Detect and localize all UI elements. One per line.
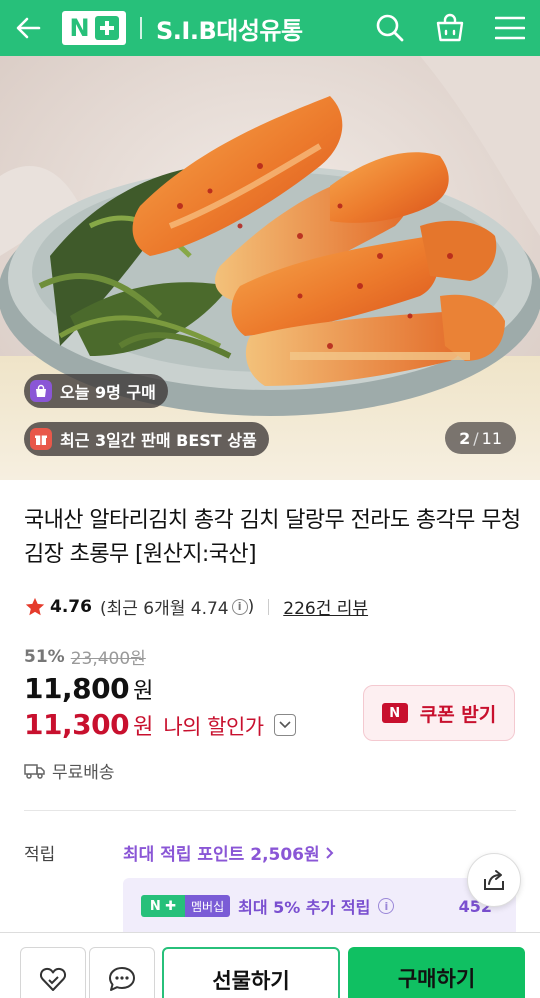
share-button[interactable] (467, 853, 521, 907)
chat-bubble-icon (109, 967, 135, 991)
share-icon (484, 870, 504, 890)
shipping-text: 무료배송 (52, 763, 115, 783)
naver-plus-logo[interactable]: N (62, 11, 126, 45)
naver-coupon-icon: N (381, 703, 408, 723)
header-divider (140, 17, 142, 39)
membership-badge: N ✚ 멤버십 (141, 895, 231, 917)
pager-separator: / (473, 428, 479, 448)
chevron-down-icon (279, 720, 291, 728)
menu-button[interactable] (480, 0, 540, 56)
today-purchases-text: 오늘 9명 구매 (60, 383, 156, 402)
max-points-text: 최대 적립 포인트 2,506원 (123, 845, 320, 865)
search-icon (376, 14, 404, 42)
sale-price-row: 11,800 원 (24, 672, 153, 705)
coupon-label: 쿠폰 받기 (419, 703, 497, 726)
buy-button[interactable]: 구매하기 (348, 947, 525, 998)
plus-icon (94, 16, 119, 40)
pager-total: 11 (481, 428, 502, 448)
shopping-bag-icon (436, 13, 464, 42)
chevron-right-icon (325, 846, 334, 859)
n-logo-letter: N (69, 14, 90, 42)
rating-score: 4.76 (50, 596, 92, 617)
rating-row: 4.76 (최근 6개월 4.74 i ) 226건 리뷰 (24, 594, 368, 619)
get-coupon-button[interactable]: N 쿠폰 받기 (363, 685, 515, 741)
hamburger-menu-icon (495, 16, 525, 40)
gift-icon (30, 428, 52, 450)
original-price: 23,400원 (70, 649, 146, 669)
search-button[interactable] (360, 0, 420, 56)
points-label: 적립 (24, 845, 56, 865)
top-app-bar: N S.I.B대성유통 (0, 0, 540, 56)
shipping-info: 무료배송 (24, 758, 115, 783)
section-divider (24, 810, 516, 811)
store-name[interactable]: S.I.B대성유통 (156, 11, 303, 46)
back-arrow-icon (16, 17, 41, 39)
shopping-bag-badge-icon (30, 380, 52, 402)
truck-icon (24, 763, 45, 779)
membership-info-icon[interactable]: i (378, 898, 395, 914)
today-purchases-badge: 오늘 9명 구매 (24, 374, 168, 408)
best-seller-badge: 최근 3일간 판매 BEST 상품 (24, 422, 269, 456)
membership-badge-text: 멤버십 (185, 895, 231, 917)
my-price-expand-button[interactable] (273, 713, 296, 736)
rating-divider (268, 598, 270, 615)
sale-price: 11,800 (24, 672, 130, 705)
recent-rating-close: ) (247, 596, 255, 617)
naver-plus-mini-logo: N ✚ (141, 895, 185, 917)
image-pager: 2 / 11 (445, 422, 516, 454)
bottom-action-bar: 선물하기 구매하기 (0, 932, 540, 998)
back-button[interactable] (0, 0, 56, 56)
info-icon[interactable]: i (231, 598, 248, 615)
gift-button[interactable]: 선물하기 (162, 947, 340, 998)
heart-icon (39, 967, 67, 991)
product-title: 국내산 알타리김치 총각 김치 달랑무 전라도 총각무 무청 김장 초롱무 [원… (24, 508, 521, 567)
chat-button[interactable] (89, 947, 155, 998)
header-actions (360, 0, 540, 56)
cart-button[interactable] (420, 0, 480, 56)
review-count-link[interactable]: 226건 리뷰 (283, 594, 368, 619)
best-seller-text: 최근 3일간 판매 BEST 상품 (60, 431, 257, 450)
my-price-unit: 원 (133, 715, 154, 740)
product-image-carousel[interactable]: 오늘 9명 구매 최근 3일간 판매 BEST 상품 2 / 11 (0, 56, 540, 480)
kimchi-product-image (0, 56, 540, 480)
star-icon (25, 597, 45, 615)
max-points-link[interactable]: 최대 적립 포인트 2,506원 (123, 840, 336, 865)
membership-points-box[interactable]: N ✚ 멤버십 최대 5% 추가 적립 i 452 (123, 878, 516, 934)
discount-row: 51% 23,400원 (24, 644, 146, 670)
membership-extra-points-text: 최대 5% 추가 적립 (238, 898, 371, 917)
wishlist-button[interactable] (20, 947, 86, 998)
pager-current: 2 (459, 428, 471, 448)
my-price-row: 11,300 원 나의 할인가 (24, 708, 296, 741)
my-price-label: 나의 할인가 (163, 715, 264, 739)
recent-rating-text: (최근 6개월 4.74 (99, 599, 229, 619)
sale-price-unit: 원 (133, 679, 154, 704)
my-discount-price: 11,300 (24, 708, 130, 741)
discount-rate: 51% (24, 646, 65, 667)
